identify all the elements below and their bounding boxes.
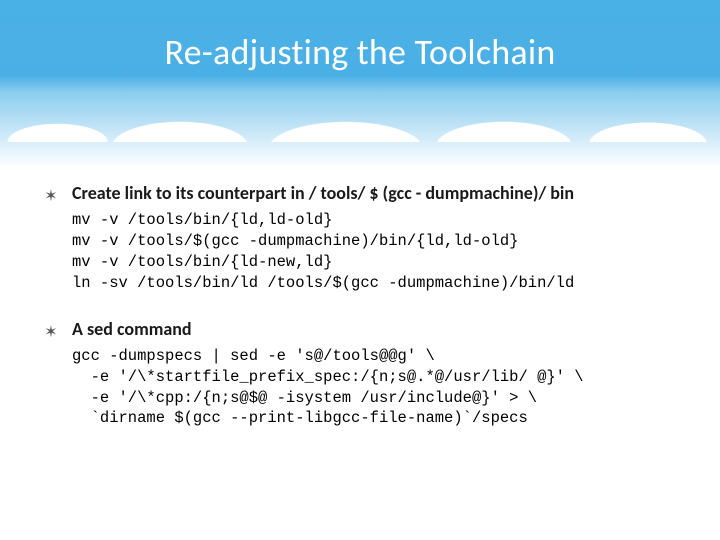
slide: Re-adjusting the Toolchain ✶ Create link… [0, 0, 720, 540]
code-block: mv -v /tools/bin/{ld,ld-old} mv -v /tool… [72, 210, 692, 294]
bullet-head-text: A sed command [72, 318, 192, 340]
bullet-star-icon: ✶ [44, 189, 58, 205]
bullet-head: ✶ A sed command [44, 318, 692, 340]
bullet-item: ✶ Create link to its counterpart in / to… [44, 182, 692, 294]
slide-title: Re-adjusting the Toolchain [0, 30, 720, 74]
bullet-head: ✶ Create link to its counterpart in / to… [44, 182, 692, 204]
bullet-item: ✶ A sed command gcc -dumpspecs | sed -e … [44, 318, 692, 430]
code-block: gcc -dumpspecs | sed -e 's@/tools@@g' \ … [72, 346, 692, 430]
slide-body: ✶ Create link to its counterpart in / to… [44, 182, 692, 453]
bullet-head-text: Create link to its counterpart in / tool… [72, 182, 574, 204]
bullet-star-icon: ✶ [44, 325, 58, 341]
title-banner: Re-adjusting the Toolchain [0, 0, 720, 168]
